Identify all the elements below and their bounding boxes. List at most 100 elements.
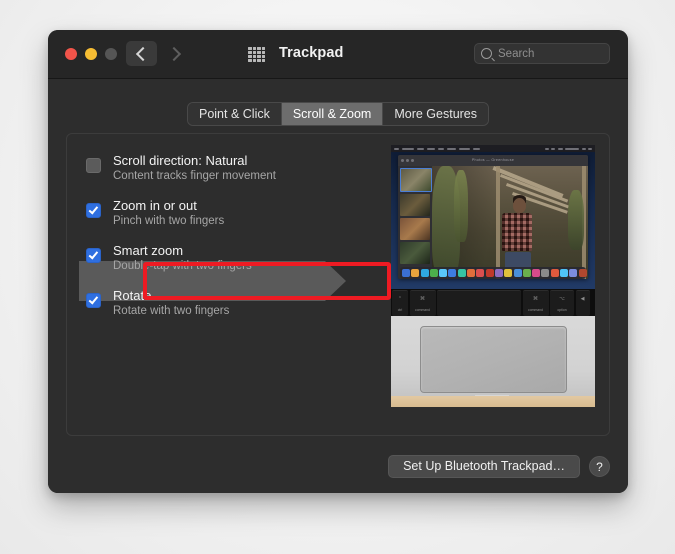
option-title: Zoom in or out — [113, 197, 224, 214]
show-all-grid-icon[interactable] — [248, 47, 265, 62]
dock-app-icon — [523, 269, 531, 277]
photos-app-window: Photos — Greenhouse — [398, 155, 588, 279]
checkbox-zoom-in-or-out[interactable] — [86, 203, 101, 218]
menu-item — [447, 148, 456, 150]
window-titlebar: Trackpad — [48, 30, 628, 79]
macbook-trackpad — [420, 326, 567, 393]
dock-app-icon — [476, 269, 484, 277]
menu-item — [417, 148, 424, 150]
option-subtitle: Content tracks finger movement — [113, 169, 276, 184]
dock-app-icon — [458, 269, 466, 277]
menu-item — [473, 148, 480, 150]
photo-thumbnail — [400, 168, 432, 192]
photo-thumbnail — [400, 194, 430, 216]
keyboard-key: ◀ — [576, 290, 590, 316]
keyboard-key: ⌘ command — [410, 290, 436, 316]
dock-app-icon — [541, 269, 549, 277]
option-subtitle: Rotate with two fingers — [113, 304, 229, 319]
menu-item — [402, 148, 414, 150]
help-button[interactable]: ? — [589, 456, 610, 477]
tab-point-and-click[interactable]: Point & Click — [188, 103, 282, 125]
menu-item — [427, 148, 435, 150]
dock-app-icon — [402, 269, 410, 277]
set-up-bluetooth-trackpad-button[interactable]: Set Up Bluetooth Trackpad… — [388, 455, 580, 478]
option-scroll-direction[interactable]: Scroll direction: Natural Content tracks… — [82, 149, 337, 189]
person-plaid-shirt — [502, 213, 532, 251]
macbook-palmrest — [391, 316, 595, 407]
status-icon — [582, 148, 586, 150]
dock-app-icon — [430, 269, 438, 277]
footer-buttons: Set Up Bluetooth Trackpad… ? — [388, 455, 610, 478]
dock-app-icon — [579, 269, 587, 277]
zoom-button[interactable] — [105, 48, 117, 60]
minimize-button[interactable] — [85, 48, 97, 60]
menu-bar-status-items — [542, 148, 592, 150]
keyboard-key: ⌥option — [550, 290, 574, 316]
settings-panel: Scroll direction: Natural Content tracks… — [66, 133, 610, 436]
search-field[interactable] — [474, 43, 610, 64]
page-title: Trackpad — [279, 45, 343, 61]
dock-app-icon — [495, 269, 503, 277]
option-text: Zoom in or out Pinch with two fingers — [113, 194, 224, 229]
battery-icon — [558, 148, 563, 150]
dock-app-icon — [439, 269, 447, 277]
dock-app-icon — [421, 269, 429, 277]
checkbox-smart-zoom[interactable] — [86, 248, 101, 263]
gesture-preview-image: Photos — Greenhouse — [391, 145, 595, 407]
tab-more-gestures[interactable]: More Gestures — [383, 103, 488, 125]
keyboard-key: ⌘ command — [523, 290, 549, 316]
status-icon — [588, 148, 592, 150]
photo-thumbnail-strip — [398, 166, 432, 279]
macbook-screen: Photos — Greenhouse — [391, 145, 595, 289]
dock-app-icon — [532, 269, 540, 277]
search-icon — [481, 48, 492, 59]
dock-app-icon — [411, 269, 419, 277]
option-text: Scroll direction: Natural Content tracks… — [113, 149, 276, 184]
photo-thumbnail — [400, 218, 430, 240]
key-label: command — [410, 308, 436, 312]
dock-app-icon — [551, 269, 559, 277]
dock-app-icon — [486, 269, 494, 277]
macos-dock — [400, 267, 586, 279]
keyboard-key: ⌃ctrl — [392, 290, 408, 316]
options-list: Scroll direction: Natural Content tracks… — [82, 149, 337, 329]
key-glyph: ◀ — [576, 296, 590, 302]
photos-app-title: Photos — Greenhouse — [398, 158, 588, 162]
clock-text — [565, 148, 579, 150]
option-zoom-in-or-out[interactable]: Zoom in or out Pinch with two fingers — [82, 194, 337, 234]
person-head — [513, 198, 526, 213]
key-glyph: ⌘ — [523, 296, 549, 302]
dock-app-icon — [560, 269, 568, 277]
key-glyph: ⌥ — [550, 296, 574, 302]
close-button[interactable] — [65, 48, 77, 60]
checkbox-rotate[interactable] — [86, 293, 101, 308]
dock-app-icon — [569, 269, 577, 277]
menu-item — [459, 148, 470, 150]
annotation-rectangle — [143, 262, 391, 300]
menu-item — [438, 148, 444, 150]
tab-group: Point & Click Scroll & Zoom More Gesture… — [187, 102, 489, 126]
photo-main-view — [432, 166, 588, 279]
search-input[interactable] — [498, 48, 603, 60]
key-glyph: ⌘ — [410, 296, 436, 302]
checkbox-scroll-direction[interactable] — [86, 158, 101, 173]
key-label: command — [523, 308, 549, 312]
tab-bar: Point & Click Scroll & Zoom More Gesture… — [48, 102, 628, 126]
keyboard-key — [437, 290, 521, 316]
option-title: Smart zoom — [113, 242, 252, 259]
forward-button[interactable] — [160, 41, 191, 66]
post — [496, 166, 500, 279]
dock-app-icon — [514, 269, 522, 277]
status-icon — [545, 148, 549, 150]
option-title: Scroll direction: Natural — [113, 152, 276, 169]
photo-thumbnail — [400, 242, 430, 264]
back-button[interactable] — [126, 41, 157, 66]
key-glyph: ⌃ — [392, 296, 408, 302]
tab-scroll-and-zoom[interactable]: Scroll & Zoom — [282, 103, 384, 125]
apple-menu-icon — [394, 148, 399, 150]
dock-app-icon — [504, 269, 512, 277]
dock-app-icon — [448, 269, 456, 277]
wooden-desk-surface — [391, 396, 595, 407]
foliage — [568, 190, 584, 250]
macbook-keyboard-row: ⌃ctrl⌘command⌘command⌥option◀ — [391, 289, 595, 316]
